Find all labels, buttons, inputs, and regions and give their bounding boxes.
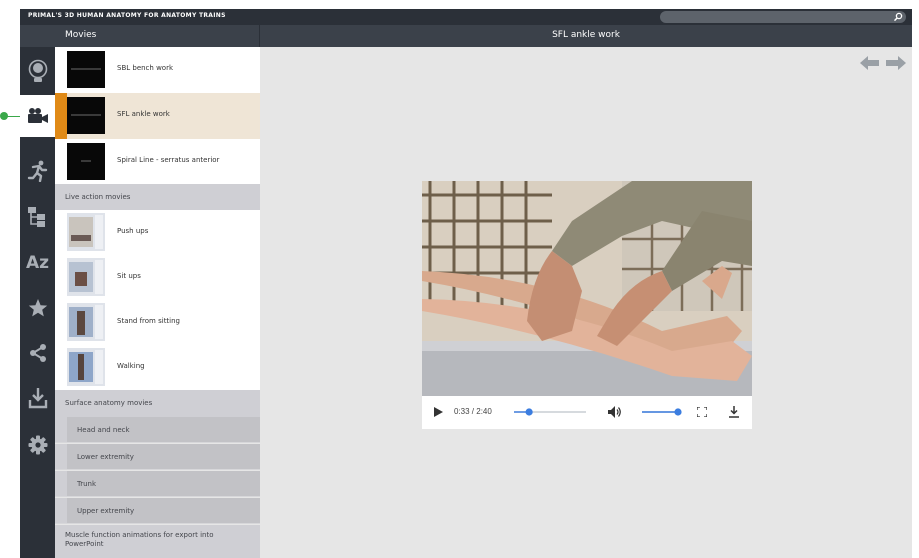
content-title: SFL ankle work xyxy=(552,30,620,40)
list-item-label: SFL ankle work xyxy=(117,110,170,118)
list-item-active[interactable]: SFL ankle work xyxy=(55,93,260,139)
download-video-icon[interactable] xyxy=(729,406,739,418)
gear-icon xyxy=(28,435,47,455)
sub-list-item-label: Lower extremity xyxy=(77,453,134,461)
list-item-label: Stand from sitting xyxy=(117,317,181,325)
fullscreen-icon[interactable] xyxy=(697,407,707,417)
list-item[interactable]: SBL bench work xyxy=(55,47,260,93)
search-icon[interactable] xyxy=(893,12,903,22)
sidebar-item-movies[interactable] xyxy=(20,95,55,137)
list-item-label: Sit ups xyxy=(117,272,141,280)
list-item[interactable]: Push ups xyxy=(55,210,260,255)
search-input[interactable] xyxy=(660,11,906,23)
video-thumbnail xyxy=(67,258,105,296)
video-thumbnail xyxy=(67,51,105,88)
sidebar-item-favorites[interactable] xyxy=(20,288,55,328)
video-thumbnail xyxy=(67,303,105,341)
app-window: PRIMAL'S 3D HUMAN ANATOMY FOR ANATOMY TR… xyxy=(20,9,912,558)
sidebar-item-movement[interactable] xyxy=(20,151,55,191)
sidebar-item-anatomy[interactable] xyxy=(20,51,55,91)
pointer-dot xyxy=(0,112,8,120)
list-item-label: Walking xyxy=(117,362,145,370)
sub-list-item-label: Head and neck xyxy=(77,426,130,434)
back-arrow-icon[interactable] xyxy=(860,56,879,70)
movie-list: SBL bench work SFL ankle work Spiral Lin… xyxy=(55,47,260,558)
video-frame[interactable] xyxy=(422,181,752,396)
section-title: Surface anatomy movies xyxy=(65,399,153,407)
sub-list-item[interactable]: Trunk xyxy=(55,471,260,497)
active-indicator xyxy=(55,93,67,139)
section-title: Live action movies xyxy=(65,193,131,201)
sidebar-item-hierarchy[interactable] xyxy=(20,197,55,237)
section-header-live-action[interactable]: Live action movies xyxy=(55,184,260,210)
volume-slider[interactable] xyxy=(640,404,682,420)
icon-sidebar: Az xyxy=(20,47,55,558)
sub-list-item[interactable]: Head and neck xyxy=(55,417,260,443)
star-icon xyxy=(28,299,47,317)
seek-slider[interactable] xyxy=(512,404,588,420)
running-figure-icon xyxy=(27,160,47,182)
list-item[interactable]: Spiral Line - serratus anterior xyxy=(55,139,260,184)
video-camera-icon xyxy=(27,108,48,123)
volume-icon[interactable] xyxy=(608,406,622,418)
app-title: PRIMAL'S 3D HUMAN ANATOMY FOR ANATOMY TR… xyxy=(28,12,226,19)
sub-list-item-label: Upper extremity xyxy=(77,507,135,515)
a-z-icon: Az xyxy=(25,253,50,273)
video-thumbnail xyxy=(67,97,105,134)
content-header: SFL ankle work xyxy=(260,25,912,47)
play-icon[interactable] xyxy=(434,407,443,417)
sidebar-item-a-z[interactable]: Az xyxy=(20,243,55,283)
section-header-surface-anatomy[interactable]: Surface anatomy movies xyxy=(55,390,260,417)
hierarchy-icon xyxy=(27,207,45,227)
sub-list-item[interactable]: Upper extremity xyxy=(55,498,260,524)
sidebar-item-settings[interactable] xyxy=(20,425,55,465)
title-bar: PRIMAL'S 3D HUMAN ANATOMY FOR ANATOMY TR… xyxy=(20,9,912,25)
sidebar-item-share[interactable] xyxy=(20,333,55,373)
list-item-label: Push ups xyxy=(117,227,149,235)
section-title: Muscle function animations for export in… xyxy=(65,531,214,548)
video-thumbnail xyxy=(67,213,105,251)
history-nav xyxy=(860,56,906,70)
section-header-muscle-function[interactable]: Muscle function animations for export in… xyxy=(55,525,260,558)
download-icon xyxy=(28,388,47,409)
sub-list-item[interactable]: Lower extremity xyxy=(55,444,260,470)
list-item-label: Spiral Line - serratus anterior xyxy=(117,156,220,164)
video-thumbnail xyxy=(67,348,105,386)
video-controls: 0:33 / 2:40 xyxy=(422,396,752,429)
list-item[interactable]: Walking xyxy=(55,345,260,390)
header-icon-cell xyxy=(20,25,55,47)
list-title: Movies xyxy=(65,30,97,40)
list-header: Movies xyxy=(55,25,260,47)
video-player[interactable]: 0:33 / 2:40 xyxy=(422,181,752,429)
video-time: 0:33 / 2:40 xyxy=(454,407,492,416)
share-icon xyxy=(29,344,46,362)
list-item[interactable]: Stand from sitting xyxy=(55,300,260,345)
forward-arrow-icon[interactable] xyxy=(886,56,906,70)
list-item-label: SBL bench work xyxy=(117,64,174,72)
list-item[interactable]: Sit ups xyxy=(55,255,260,300)
sub-list-item-label: Trunk xyxy=(77,480,97,488)
video-thumbnail xyxy=(67,143,105,180)
anatomy-head-icon xyxy=(28,59,47,82)
sidebar-item-download[interactable] xyxy=(20,378,55,418)
